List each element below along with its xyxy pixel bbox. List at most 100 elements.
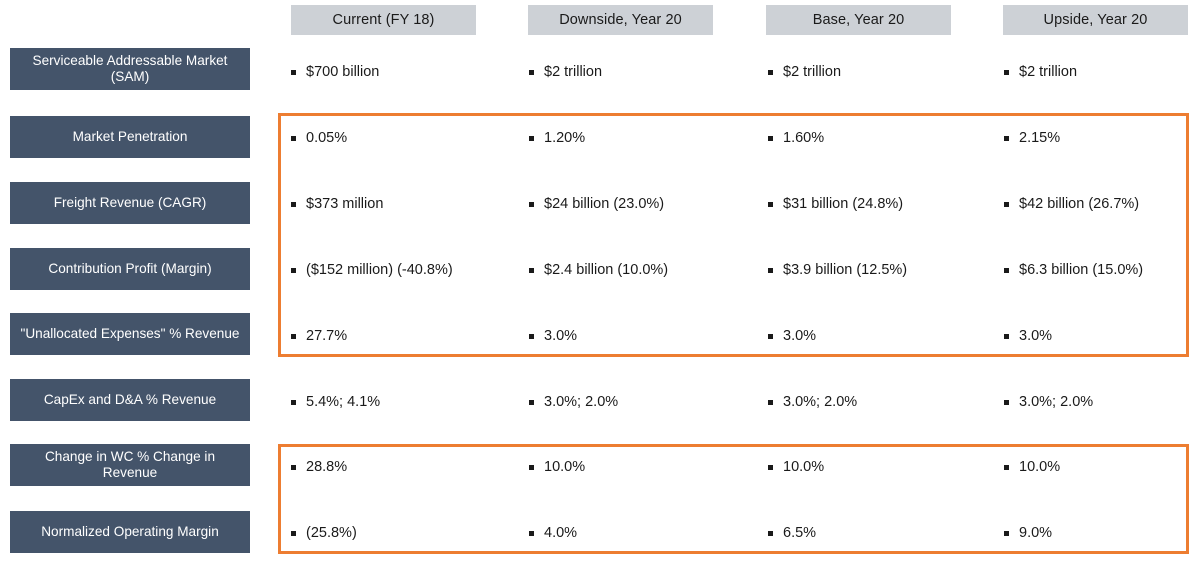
cell-value: 3.0% (783, 328, 817, 344)
row-label-serviceable-addressable-market: Serviceable Addressable Market (SAM) (10, 48, 250, 90)
table-cell: (25.8%) (291, 522, 357, 544)
bullet-icon (1004, 69, 1009, 75)
table-cell: 10.0% (768, 456, 824, 478)
cell-value: ($152 million) (-40.8%) (306, 262, 453, 278)
bullet-icon (291, 267, 296, 273)
bullet-icon (1004, 530, 1009, 536)
table-cell: 3.0%; 2.0% (1004, 391, 1093, 413)
bullet-icon (529, 267, 534, 273)
bullet-icon (768, 267, 773, 273)
cell-value: 0.05% (306, 130, 348, 146)
table-cell: $700 billion (291, 61, 379, 83)
cell-value: 27.7% (306, 328, 348, 344)
bullet-icon (291, 399, 296, 405)
cell-value: $6.3 billion (15.0%) (1019, 262, 1144, 278)
column-header-base: Base, Year 20 (766, 5, 951, 35)
bullet-icon (291, 464, 296, 470)
bullet-icon (1004, 333, 1009, 339)
bullet-icon (529, 201, 534, 207)
bullet-icon (1004, 135, 1009, 141)
cell-value: $2 trillion (544, 64, 603, 80)
table-cell: 6.5% (768, 522, 816, 544)
bullet-icon (529, 333, 534, 339)
table-cell: 3.0% (529, 325, 577, 347)
bullet-icon (768, 201, 773, 207)
table-cell: 1.60% (768, 127, 824, 149)
table-cell: 10.0% (529, 456, 585, 478)
table-cell: $2 trillion (768, 61, 841, 83)
row-label-unallocated-expenses: "Unallocated Expenses" % Revenue (10, 313, 250, 355)
scenario-comparison-table: Current (FY 18) Downside, Year 20 Base, … (0, 0, 1202, 562)
cell-value: 28.8% (306, 459, 348, 475)
bullet-icon (768, 333, 773, 339)
cell-value: 1.60% (783, 130, 825, 146)
bullet-icon (529, 464, 534, 470)
bullet-icon (1004, 399, 1009, 405)
table-cell: 9.0% (1004, 522, 1052, 544)
table-cell: ($152 million) (-40.8%) (291, 259, 453, 281)
table-cell: $42 billion (26.7%) (1004, 193, 1139, 215)
bullet-icon (291, 333, 296, 339)
table-header-row: Current (FY 18) Downside, Year 20 Base, … (0, 0, 1202, 42)
cell-value: 2.15% (1019, 130, 1061, 146)
cell-value: 3.0%; 2.0% (1019, 394, 1094, 410)
cell-value: $24 billion (23.0%) (544, 196, 665, 212)
bullet-icon (529, 530, 534, 536)
table-cell: 3.0%; 2.0% (529, 391, 618, 413)
table-cell: $2.4 billion (10.0%) (529, 259, 668, 281)
bullet-icon (768, 530, 773, 536)
cell-value: 3.0% (544, 328, 578, 344)
bullet-icon (291, 69, 296, 75)
table-cell: 2.15% (1004, 127, 1060, 149)
table-cell: 3.0% (768, 325, 816, 347)
row-label-freight-revenue: Freight Revenue (CAGR) (10, 182, 250, 224)
bullet-icon (529, 399, 534, 405)
table-cell: $6.3 billion (15.0%) (1004, 259, 1143, 281)
table-cell: 4.0% (529, 522, 577, 544)
cell-value: $373 million (306, 196, 384, 212)
bullet-icon (1004, 464, 1009, 470)
cell-value: 10.0% (1019, 459, 1061, 475)
cell-value: $42 billion (26.7%) (1019, 196, 1140, 212)
highlight-box-unit-economics (278, 113, 1189, 357)
bullet-icon (291, 135, 296, 141)
row-label-market-penetration: Market Penetration (10, 116, 250, 158)
row-label-normalized-operating-margin: Normalized Operating Margin (10, 511, 250, 553)
cell-value: 5.4%; 4.1% (306, 394, 381, 410)
bullet-icon (768, 135, 773, 141)
bullet-icon (1004, 267, 1009, 273)
bullet-icon (291, 530, 296, 536)
cell-value: 10.0% (783, 459, 825, 475)
bullet-icon (529, 69, 534, 75)
row-label-contribution-profit: Contribution Profit (Margin) (10, 248, 250, 290)
cell-value: $2 trillion (1019, 64, 1078, 80)
bullet-icon (529, 135, 534, 141)
cell-value: $2.4 billion (10.0%) (544, 262, 669, 278)
bullet-icon (768, 399, 773, 405)
table-cell: $3.9 billion (12.5%) (768, 259, 907, 281)
table-cell: 3.0% (1004, 325, 1052, 347)
cell-value: $3.9 billion (12.5%) (783, 262, 908, 278)
table-cell: 0.05% (291, 127, 347, 149)
table-cell: $373 million (291, 193, 383, 215)
bullet-icon (1004, 201, 1009, 207)
cell-value: 9.0% (1019, 525, 1053, 541)
table-cell: $2 trillion (529, 61, 602, 83)
cell-value: 3.0%; 2.0% (783, 394, 858, 410)
column-header-upside: Upside, Year 20 (1003, 5, 1188, 35)
table-cell: 5.4%; 4.1% (291, 391, 380, 413)
cell-value: $31 billion (24.8%) (783, 196, 904, 212)
column-header-current: Current (FY 18) (291, 5, 476, 35)
cell-value: 4.0% (544, 525, 578, 541)
cell-value: 3.0%; 2.0% (544, 394, 619, 410)
column-header-downside: Downside, Year 20 (528, 5, 713, 35)
table-cell: $31 billion (24.8%) (768, 193, 903, 215)
bullet-icon (768, 464, 773, 470)
row-label-change-in-wc: Change in WC % Change in Revenue (10, 444, 250, 486)
table-cell: 1.20% (529, 127, 585, 149)
row-label-capex-and-da: CapEx and D&A % Revenue (10, 379, 250, 421)
bullet-icon (768, 69, 773, 75)
cell-value: (25.8%) (306, 525, 357, 541)
cell-value: 3.0% (1019, 328, 1053, 344)
cell-value: $2 trillion (783, 64, 842, 80)
